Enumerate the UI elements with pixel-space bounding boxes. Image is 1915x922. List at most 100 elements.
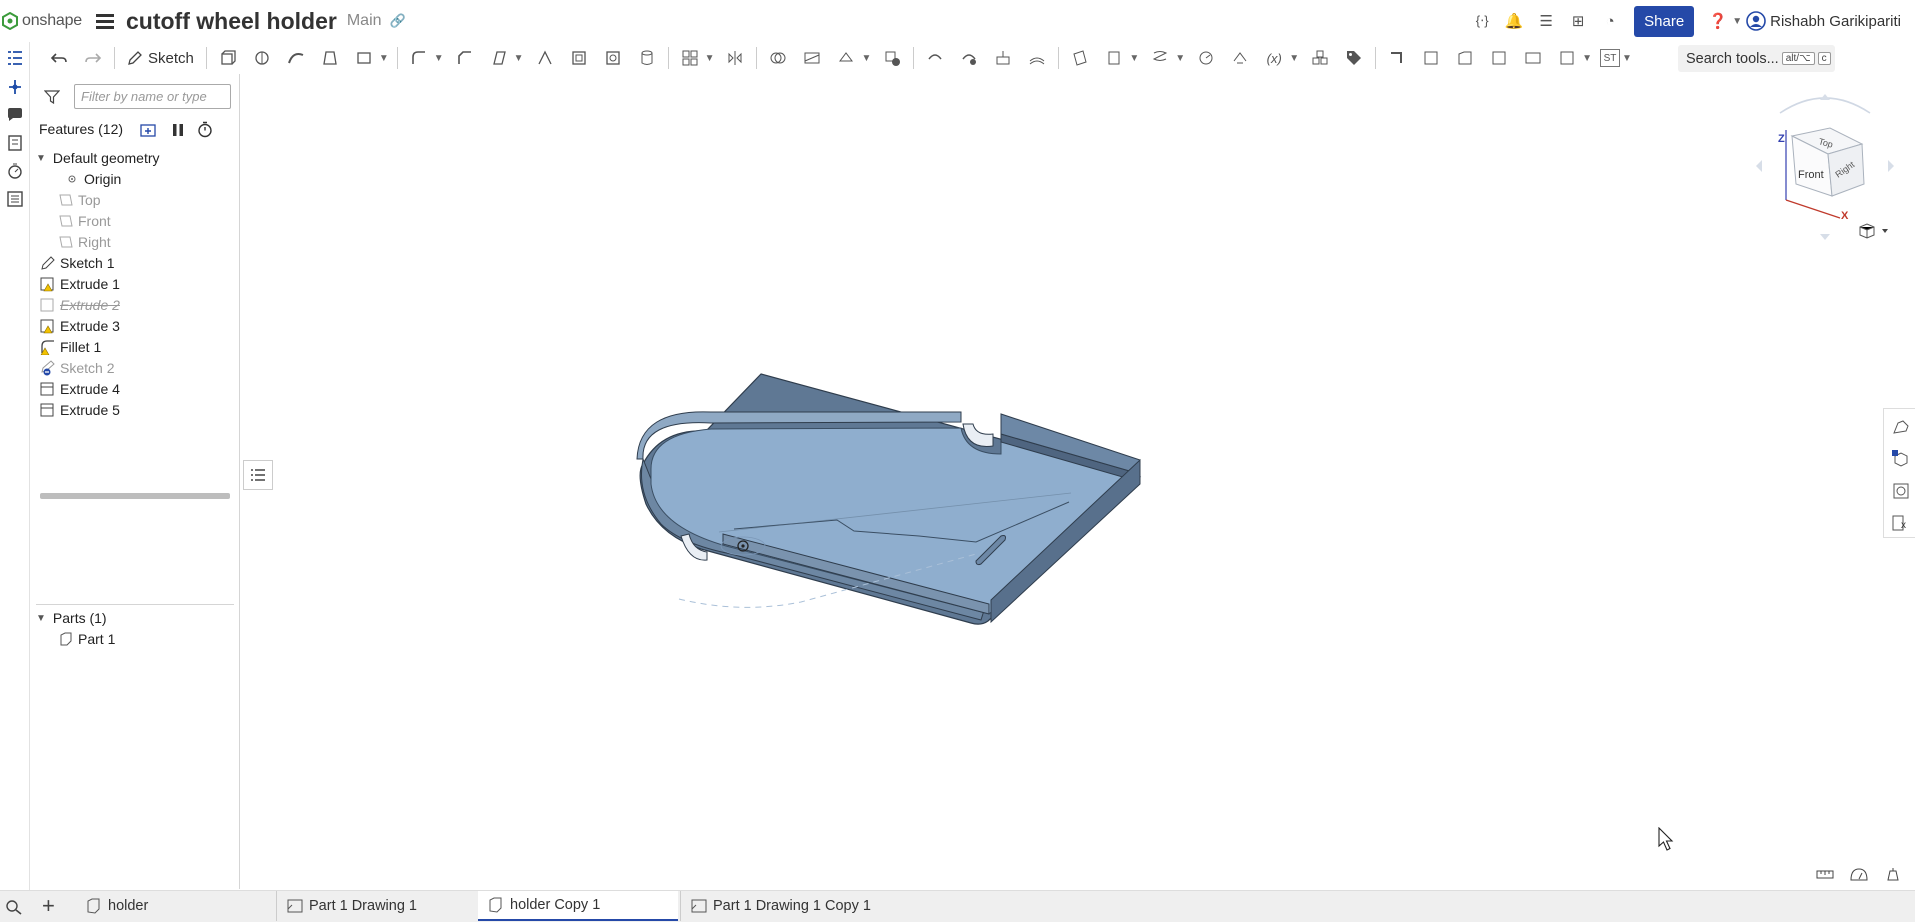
gauge-icon[interactable] (1849, 866, 1869, 882)
fillet-icon[interactable] (406, 45, 432, 71)
tree-default-geometry[interactable]: ▼ Default geometry (36, 148, 160, 168)
filter-icon[interactable] (44, 90, 60, 104)
app-store-icon[interactable]: ⊞ (1567, 10, 1589, 32)
link-icon[interactable]: 🔗 (387, 10, 409, 32)
mass-properties-icon[interactable] (1891, 449, 1911, 469)
dropdown-icon[interactable]: ▼ (861, 53, 871, 64)
thicken-icon[interactable] (351, 45, 377, 71)
dropdown-icon[interactable]: ▼ (514, 53, 524, 64)
chevron-down-icon[interactable]: ▼ (36, 613, 46, 624)
variables-table-icon[interactable]: x (1891, 513, 1911, 533)
rebuild-timer-icon[interactable] (197, 121, 213, 138)
composite-icon[interactable] (1307, 45, 1333, 71)
configurations-icon[interactable] (6, 78, 24, 96)
help-icon[interactable]: ❓ (1707, 10, 1729, 32)
feature-list-icon[interactable] (6, 49, 24, 67)
revolve-icon[interactable] (249, 45, 275, 71)
tree-item-origin[interactable]: Origin (64, 169, 121, 189)
mass-icon[interactable] (1884, 866, 1902, 882)
dropdown-icon[interactable]: ▼ (1622, 53, 1632, 64)
plane-icon[interactable] (1067, 45, 1093, 71)
tree-item-right[interactable]: Right (58, 232, 111, 252)
flat-view-icon[interactable] (1520, 45, 1546, 71)
loft-icon[interactable] (317, 45, 343, 71)
tree-item-sketch-2[interactable]: Sketch 2 (40, 358, 114, 378)
tree-item-extrude-1[interactable]: Extrude 1 (40, 274, 120, 294)
dropdown-icon[interactable]: ▼ (434, 53, 444, 64)
st-icon[interactable]: ST (1600, 49, 1621, 67)
tree-item-extrude-4[interactable]: Extrude 4 (40, 379, 120, 399)
mate-connector-icon[interactable] (1101, 45, 1127, 71)
helix-icon[interactable] (1147, 45, 1173, 71)
tree-item-extrude-3[interactable]: Extrude 3 (40, 316, 120, 336)
onshape-logo[interactable]: onshape (2, 12, 82, 30)
dropdown-icon[interactable]: ▼ (1175, 53, 1185, 64)
dropdown-icon[interactable]: ▼ (1129, 53, 1139, 64)
variable-icon[interactable]: (x) (1261, 45, 1287, 71)
hole-icon[interactable] (600, 45, 626, 71)
tab-holder-copy-1[interactable]: holder Copy 1 (478, 891, 678, 921)
filter-input[interactable]: Filter by name or type (74, 84, 231, 109)
learning-icon[interactable]: ◔ (1599, 10, 1621, 32)
add-tab-icon[interactable]: + (42, 893, 55, 919)
frame-icon[interactable] (1554, 45, 1580, 71)
history-icon[interactable] (6, 162, 24, 180)
dropdown-icon[interactable]: ▼ (379, 53, 389, 64)
part-model[interactable] (241, 74, 1881, 889)
transform-icon[interactable] (833, 45, 859, 71)
tree-item-top[interactable]: Top (58, 190, 101, 210)
tree-item-sketch-1[interactable]: Sketch 1 (40, 253, 114, 273)
redo-icon[interactable] (80, 45, 106, 71)
mirror-icon[interactable] (722, 45, 748, 71)
menu-icon[interactable] (96, 14, 114, 29)
flange-icon[interactable] (1418, 45, 1444, 71)
view-cube-front-label[interactable]: Front (1798, 169, 1824, 181)
properties-icon[interactable] (6, 134, 24, 152)
tree-item-front[interactable]: Front (58, 211, 111, 231)
share-button[interactable]: Share (1634, 5, 1695, 37)
cylinder-icon[interactable] (634, 45, 660, 71)
delete-part-icon[interactable] (879, 45, 905, 71)
tree-item-extrude-5[interactable]: Extrude 5 (40, 400, 120, 420)
section-view-icon[interactable] (1891, 481, 1911, 501)
document-title[interactable]: cutoff wheel holder (126, 8, 337, 35)
tag-icon[interactable] (1341, 45, 1367, 71)
section-icon[interactable] (1227, 45, 1253, 71)
graphics-viewport[interactable] (241, 74, 1881, 889)
boolean-icon[interactable] (765, 45, 791, 71)
help-dropdown-icon[interactable]: ▼ (1732, 16, 1742, 27)
view-options-icon[interactable] (1858, 222, 1894, 240)
pause-icon[interactable] (171, 122, 185, 138)
undo-icon[interactable] (46, 45, 72, 71)
dropdown-icon[interactable]: ▼ (1582, 53, 1592, 64)
chevron-down-icon[interactable]: ▼ (36, 153, 46, 164)
dropdown-icon[interactable]: ▼ (1289, 53, 1299, 64)
add-folder-icon[interactable] (140, 122, 158, 138)
rollback-bar[interactable] (40, 493, 230, 499)
comments-icon[interactable] (6, 106, 24, 124)
chamfer-icon[interactable] (452, 45, 478, 71)
tab-manager-icon[interactable] (4, 898, 24, 916)
measure-tool-icon[interactable] (1815, 866, 1835, 882)
user-menu[interactable]: Rishabh Garikipariti (1746, 11, 1901, 31)
tab-icon[interactable] (1452, 45, 1478, 71)
bill-of-materials-icon[interactable] (6, 190, 24, 208)
split-icon[interactable] (799, 45, 825, 71)
tree-item-fillet-1[interactable]: Fillet 1 (40, 337, 101, 357)
variables-icon[interactable]: {⋅} (1471, 10, 1493, 32)
tab-part-1-drawing-1[interactable]: Part 1 Drawing 1 (276, 891, 476, 921)
tree-item-part-1[interactable]: Part 1 (58, 629, 115, 649)
replace-face-icon[interactable] (990, 45, 1016, 71)
offset-surface-icon[interactable] (1024, 45, 1050, 71)
notifications-icon[interactable]: 🔔 (1503, 10, 1525, 32)
tree-parts[interactable]: ▼ Parts (1) (36, 608, 107, 628)
bend-icon[interactable] (1486, 45, 1512, 71)
sketch-button[interactable]: Sketch (127, 50, 194, 67)
tree-item-extrude-2[interactable]: Extrude 2 (40, 295, 120, 315)
search-tools-input[interactable]: Search tools... alt/⌥ c (1678, 45, 1835, 72)
draft-icon[interactable] (486, 45, 512, 71)
tab-part-1-drawing-1-copy-1[interactable]: Part 1 Drawing 1 Copy 1 (680, 891, 890, 921)
move-face-icon[interactable] (922, 45, 948, 71)
sweep-icon[interactable] (283, 45, 309, 71)
dropdown-icon[interactable]: ▼ (705, 53, 715, 64)
